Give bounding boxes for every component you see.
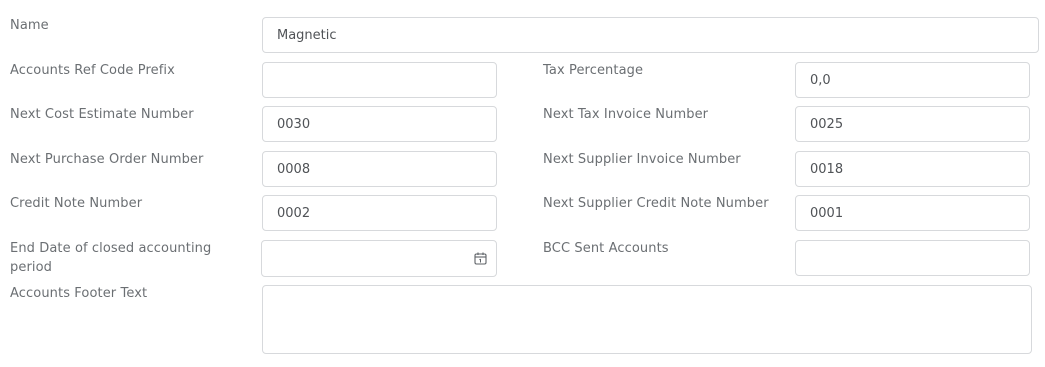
next-purchase-order-number-input[interactable] [262, 151, 497, 187]
accounts-footer-text-label: Accounts Footer Text [10, 286, 148, 301]
next-tax-invoice-number-label: Next Tax Invoice Number [543, 107, 709, 122]
name-input[interactable] [262, 17, 1039, 53]
next-tax-invoice-number-input[interactable] [795, 106, 1030, 142]
next-supplier-credit-note-number-label: Next Supplier Credit Note Number [543, 196, 769, 211]
next-supplier-invoice-number-label: Next Supplier Invoice Number [543, 152, 741, 167]
accounts-ref-code-prefix-label: Accounts Ref Code Prefix [10, 63, 175, 78]
accounts-ref-code-prefix-input[interactable] [262, 62, 497, 98]
calendar-icon[interactable] [474, 252, 487, 265]
end-date-closed-period-input[interactable] [276, 251, 466, 266]
bcc-sent-accounts-label: BCC Sent Accounts [543, 241, 669, 256]
next-cost-estimate-number-label: Next Cost Estimate Number [10, 107, 194, 122]
tax-percentage-label: Tax Percentage [543, 63, 644, 78]
end-date-closed-period-label: End Date of closed accounting period [10, 239, 211, 277]
next-purchase-order-number-label: Next Purchase Order Number [10, 152, 204, 167]
next-cost-estimate-number-input[interactable] [262, 106, 497, 142]
end-date-closed-period-label-line2: period [10, 260, 53, 275]
name-label: Name [10, 18, 49, 33]
end-date-closed-period-field[interactable] [261, 240, 497, 277]
tax-percentage-input[interactable] [795, 62, 1030, 98]
credit-note-number-label: Credit Note Number [10, 196, 143, 211]
accounts-footer-text-textarea[interactable] [262, 285, 1032, 354]
bcc-sent-accounts-input[interactable] [795, 240, 1030, 276]
end-date-closed-period-label-line1: End Date of closed accounting [10, 241, 212, 256]
credit-note-number-input[interactable] [262, 195, 497, 231]
next-supplier-invoice-number-input[interactable] [795, 151, 1030, 187]
next-supplier-credit-note-number-input[interactable] [795, 195, 1030, 231]
